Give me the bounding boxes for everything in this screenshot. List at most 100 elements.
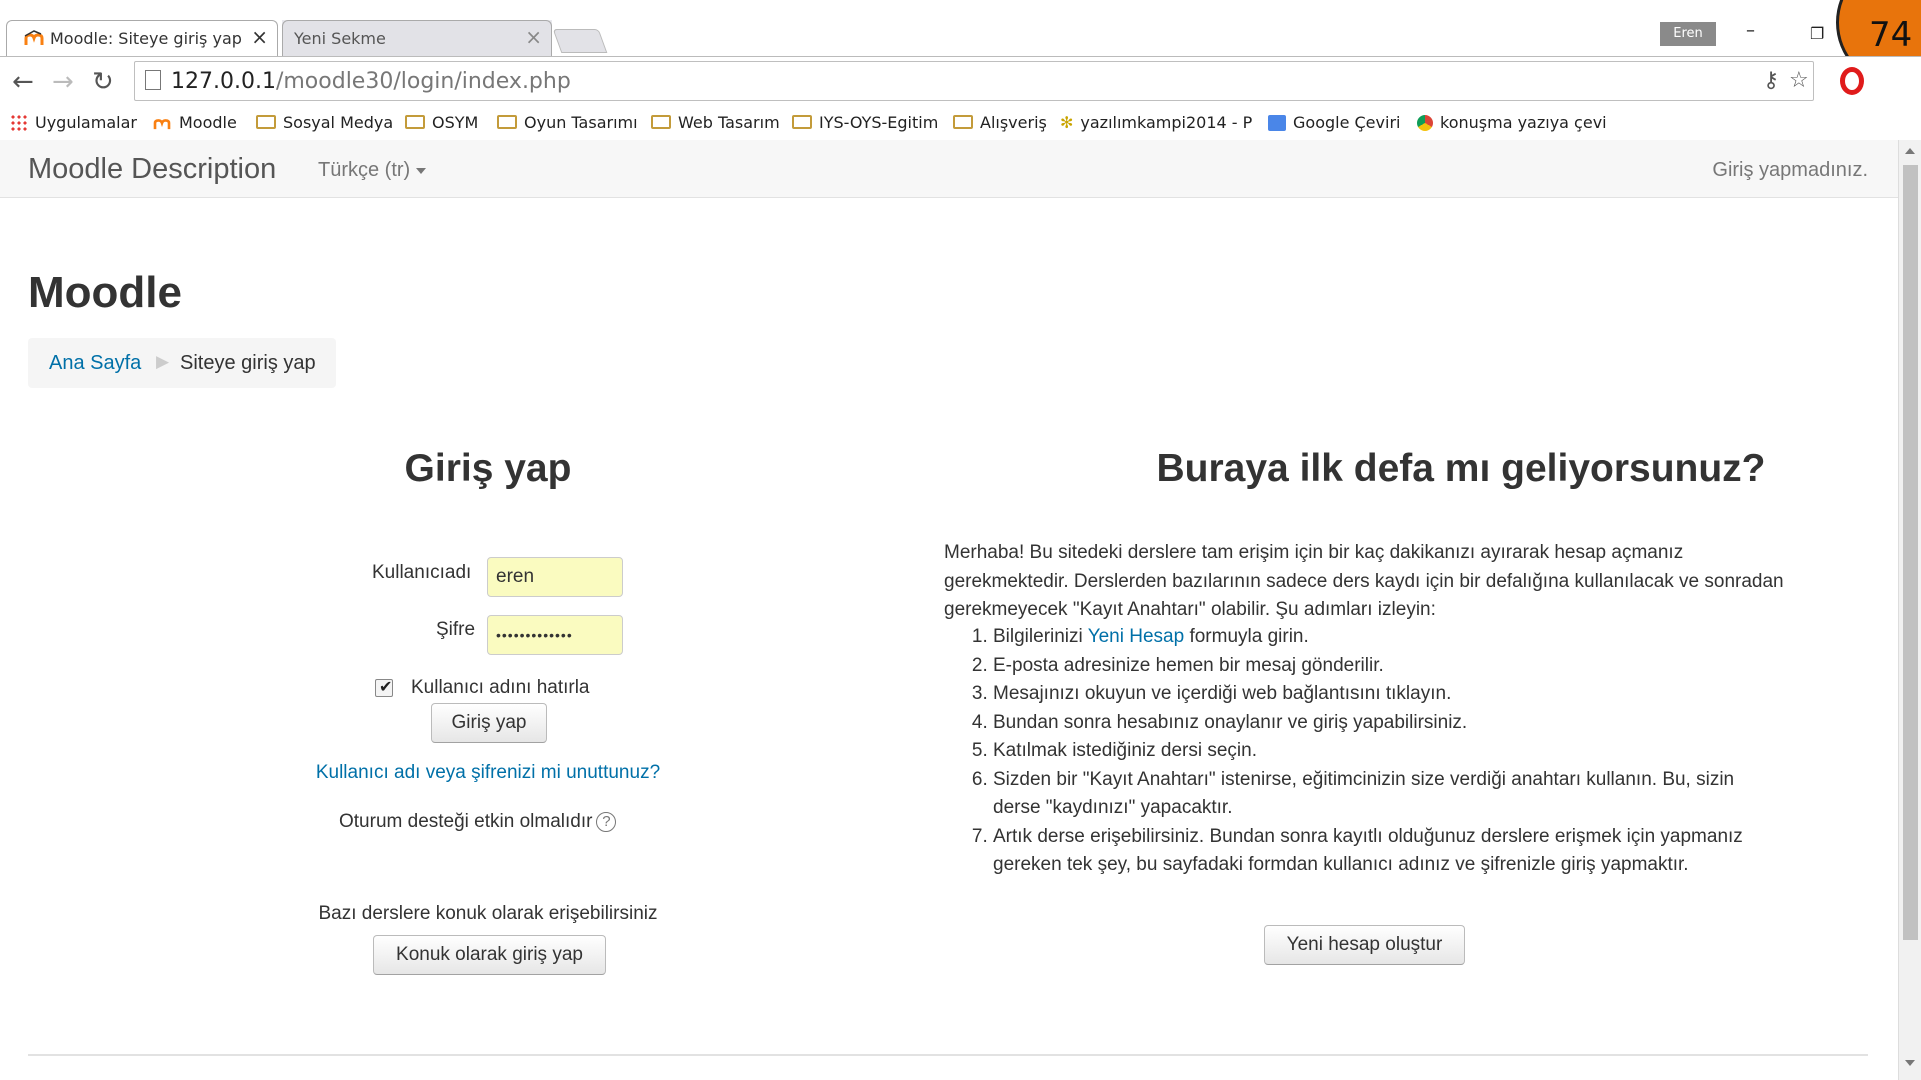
moodle-icon xyxy=(153,118,171,129)
tab-new-tab[interactable]: Yeni Sekme × xyxy=(282,20,552,56)
badge-number: 74 xyxy=(1869,15,1913,55)
bookmark-label: Sosyal Medya xyxy=(283,113,394,132)
folder-icon xyxy=(953,114,973,129)
check-icon: ✔ xyxy=(379,677,393,696)
list-item: Bilgilerinizi Yeni Hesap formuyla girin. xyxy=(993,623,1784,652)
login-status: Giriş yapmadınız. xyxy=(1712,159,1868,181)
back-icon[interactable]: ← xyxy=(12,67,34,97)
folder-icon xyxy=(405,114,425,129)
bookmark-label: Alışveriş xyxy=(980,113,1047,132)
footer-divider xyxy=(28,1054,1868,1056)
breadcrumb-current: Siteye giriş yap xyxy=(180,352,316,374)
close-icon[interactable]: × xyxy=(251,25,268,49)
cookies-notice: Oturum desteği etkin olmalıdır? xyxy=(339,811,617,833)
cookies-text: Oturum desteği etkin olmalıdır xyxy=(339,811,593,832)
moodle-navbar: Moodle Description Türkçe (tr) Giriş yap… xyxy=(0,140,1898,198)
translate-icon xyxy=(1268,114,1286,131)
password-input[interactable]: ••••••••••••• xyxy=(487,615,623,655)
breadcrumb-separator-icon: ▶ xyxy=(156,352,170,371)
folder-icon xyxy=(497,114,517,129)
tab-title: Moodle: Siteye giriş yap xyxy=(50,29,242,48)
folder-icon xyxy=(651,114,671,129)
username-input[interactable] xyxy=(487,557,623,597)
url-host: 127.0.0.1 xyxy=(171,69,276,94)
new-tab-button[interactable] xyxy=(552,29,608,53)
bookmark-label: yazılımkampi2014 - P xyxy=(1080,113,1253,132)
bookmark-folder-alisveris[interactable]: Alışveriş xyxy=(953,113,1047,132)
signup-intro: Merhaba! Bu sitedeki derslere tam erişim… xyxy=(944,542,1784,620)
bookmark-yazilimkampi[interactable]: ✻ yazılımkampi2014 - P xyxy=(1060,113,1266,132)
bookmark-apps[interactable]: Uygulamalar xyxy=(10,113,137,132)
close-icon[interactable]: × xyxy=(525,25,542,49)
restore-icon[interactable]: ❐ xyxy=(1810,24,1824,43)
bookmark-folder-iys-oys-egitim[interactable]: IYS-OYS-Egitim xyxy=(792,113,938,132)
guest-access-text: Bazı derslere konuk olarak erişebilirsin… xyxy=(318,903,658,924)
remember-checkbox[interactable]: ✔ xyxy=(375,677,393,697)
list-item: Artık derse erişebilirsiniz. Bundan sonr… xyxy=(993,823,1784,880)
help-icon[interactable]: ? xyxy=(596,811,617,832)
apps-grid-icon xyxy=(10,113,28,132)
star-icon[interactable]: ☆ xyxy=(1789,68,1809,93)
bookmark-folder-osym[interactable]: OSYM xyxy=(405,113,478,132)
tab-moodle-login[interactable]: Moodle: Siteye giriş yap × xyxy=(6,20,278,56)
remember-label: Kullanıcı adını hatırla xyxy=(411,677,590,698)
cheetah-icon: ✻ xyxy=(1060,113,1074,132)
page-icon xyxy=(145,70,161,90)
browser-toolbar: ← → ↻ 127.0.0.1/moodle30/login/index.php… xyxy=(0,56,1921,107)
list-item: Katılmak istediğiniz dersi seçin. xyxy=(993,737,1784,766)
list-item: E-posta adresinize hemen bir mesaj gönde… xyxy=(993,652,1784,681)
scroll-up-icon[interactable] xyxy=(1905,148,1915,154)
profile-button[interactable]: Eren xyxy=(1660,22,1716,46)
bookmark-label: konuşma yazıya çevir xyxy=(1440,113,1608,132)
password-label: Şifre xyxy=(436,619,476,640)
folder-icon xyxy=(792,114,812,129)
bookmark-folder-sosyal-medya[interactable]: Sosyal Medya xyxy=(256,113,393,132)
bookmark-label: IYS-OYS-Egitim xyxy=(819,113,939,132)
url-path: /moodle30/login/index.php xyxy=(275,69,571,94)
address-bar[interactable]: 127.0.0.1/moodle30/login/index.php ⚷ ☆ xyxy=(134,61,1814,101)
bookmark-konusma-yaziya[interactable]: konuşma yazıya çevir xyxy=(1417,113,1608,132)
page-title: Moodle xyxy=(28,268,182,317)
bookmark-label: OSYM xyxy=(432,113,479,132)
forgot-password-link[interactable]: Kullanıcı adı veya şifrenizi mi unuttunu… xyxy=(0,762,976,784)
moodle-icon xyxy=(24,30,44,45)
step-text: Bilgilerinizi xyxy=(993,626,1088,647)
language-label: Türkçe (tr) xyxy=(318,159,411,181)
step-text: formuyla girin. xyxy=(1184,626,1309,647)
url-text[interactable]: 127.0.0.1/moodle30/login/index.php xyxy=(171,69,571,94)
bookmark-moodle[interactable]: Moodle xyxy=(152,113,237,132)
bookmark-label: Moodle xyxy=(179,113,237,132)
guest-login-button[interactable]: Konuk olarak giriş yap xyxy=(373,935,606,975)
page-scrollbar[interactable] xyxy=(1898,140,1921,1080)
bookmark-folder-web-tasarim[interactable]: Web Tasarım xyxy=(651,113,780,132)
list-item: Mesajınızı okuyun ve içerdiği web bağlan… xyxy=(993,680,1784,709)
login-button[interactable]: Giriş yap xyxy=(431,703,547,743)
new-account-link[interactable]: Yeni Hesap xyxy=(1088,626,1184,647)
scroll-down-icon[interactable] xyxy=(1905,1060,1915,1066)
key-icon[interactable]: ⚷ xyxy=(1763,68,1779,93)
scroll-thumb[interactable] xyxy=(1903,165,1918,940)
bookmark-label: Google Çeviri xyxy=(1293,113,1401,132)
bookmark-label: Oyun Tasarımı xyxy=(524,113,638,132)
opera-icon[interactable] xyxy=(1840,67,1864,95)
forward-icon[interactable]: → xyxy=(52,67,74,97)
bookmark-folder-oyun-tasarimi[interactable]: Oyun Tasarımı xyxy=(497,113,638,132)
bookmark-label: Web Tasarım xyxy=(678,113,780,132)
breadcrumb-home-link[interactable]: Ana Sayfa xyxy=(49,352,141,375)
language-menu[interactable]: Türkçe (tr) xyxy=(318,159,427,182)
folder-icon xyxy=(256,114,276,129)
caret-down-icon xyxy=(416,167,427,174)
signup-title: Buraya ilk defa mı geliyorsunuz? xyxy=(1156,447,1766,490)
list-item: Bundan sonra hesabınız onaylanır ve giri… xyxy=(993,709,1784,738)
bookmark-google-ceviri[interactable]: Google Çeviri xyxy=(1268,113,1400,132)
list-item: Sizden bir "Kayıt Anahtarı" istenirse, e… xyxy=(993,766,1784,823)
signup-steps: Bilgilerinizi Yeni Hesap formuyla girin.… xyxy=(944,623,1784,880)
tab-title: Yeni Sekme xyxy=(294,29,386,48)
create-account-button[interactable]: Yeni hesap oluştur xyxy=(1264,925,1465,965)
login-title: Giriş yap xyxy=(404,447,572,490)
site-brand[interactable]: Moodle Description xyxy=(28,153,276,186)
minimize-icon[interactable]: – xyxy=(1746,20,1755,41)
username-label: Kullanıcıadı xyxy=(372,562,472,583)
browser-tab-strip: Moodle: Siteye giriş yap × Yeni Sekme × … xyxy=(0,0,1921,85)
reload-icon[interactable]: ↻ xyxy=(92,67,114,97)
